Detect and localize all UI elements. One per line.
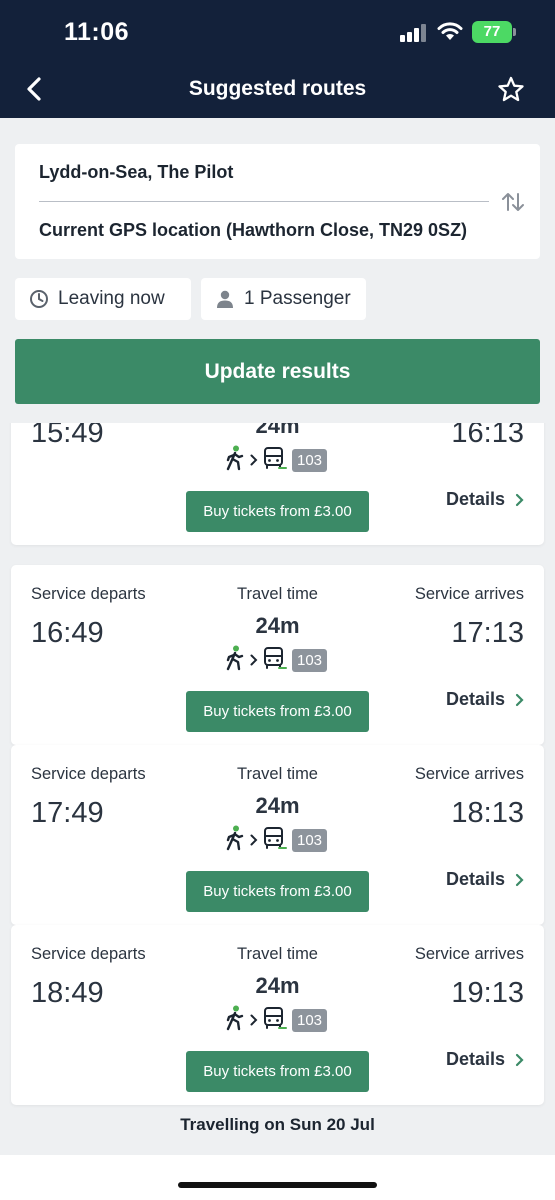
chevron-right-icon xyxy=(250,454,258,466)
bus-route-badge: 103 xyxy=(292,1008,328,1032)
bottom-safe-area xyxy=(0,1155,555,1200)
bus-route-badge: 103 xyxy=(292,448,328,472)
chevron-right-icon xyxy=(250,654,258,666)
journey-legs: 103 xyxy=(224,1005,328,1036)
leaving-time-label: Leaving now xyxy=(58,288,165,309)
arrive-time: 18:13 xyxy=(451,797,524,829)
app-header: 11:06 77 Suggested routes xyxy=(0,0,555,118)
details-label: Details xyxy=(445,689,505,709)
home-indicator[interactable] xyxy=(178,1182,377,1188)
bus-icon xyxy=(263,646,287,675)
chevron-right-icon xyxy=(515,873,524,887)
update-results-button[interactable]: Update results xyxy=(15,339,540,404)
buy-tickets-button[interactable]: Buy tickets from £3.00 xyxy=(186,1051,369,1092)
result-card[interactable]: Service departs Travel time Service arri… xyxy=(11,745,544,925)
page-title: Suggested routes xyxy=(188,77,367,100)
chevron-right-icon xyxy=(515,693,524,707)
route-card: Lydd-on-Sea, The Pilot Current GPS locat… xyxy=(15,144,540,259)
result-card[interactable]: Service departs Travel time Service arri… xyxy=(11,565,544,745)
wifi-icon xyxy=(437,21,463,46)
bus-icon xyxy=(263,826,287,855)
arrive-time: 17:13 xyxy=(451,617,524,649)
bus-route-badge: 103 xyxy=(292,828,328,852)
travel-date-note: Travelling on Sun 20 Jul xyxy=(180,1115,375,1134)
clock-icon xyxy=(29,289,49,309)
divider xyxy=(39,201,489,202)
details-label: Details xyxy=(445,489,505,509)
destination-field[interactable]: Current GPS location (Hawthorn Close, TN… xyxy=(39,220,467,241)
results-list: Service departs Travel time Service arri… xyxy=(0,423,555,1145)
chevron-right-icon xyxy=(515,493,524,507)
leaving-time-button[interactable]: Leaving now xyxy=(15,278,191,320)
origin-field[interactable]: Lydd-on-Sea, The Pilot xyxy=(39,162,233,183)
star-icon xyxy=(498,76,524,102)
battery-indicator: 77 xyxy=(472,21,516,43)
person-icon xyxy=(215,289,235,309)
walking-icon xyxy=(224,445,246,476)
walking-icon xyxy=(224,645,246,676)
chevron-right-icon xyxy=(515,1053,524,1067)
walking-icon xyxy=(224,1005,246,1036)
passengers-button[interactable]: 1 Passenger xyxy=(201,278,366,320)
chevron-right-icon xyxy=(250,1014,258,1026)
arrives-label: Service arrives xyxy=(414,765,524,783)
chevron-right-icon xyxy=(250,834,258,846)
journey-legs: 103 xyxy=(224,445,328,476)
result-card[interactable]: Service departs Travel time Service arri… xyxy=(11,423,544,545)
details-link[interactable]: Details xyxy=(446,489,524,510)
result-card[interactable]: Service departs Travel time Service arri… xyxy=(11,925,544,1105)
details-link[interactable]: Details xyxy=(446,869,524,890)
cellular-signal-icon xyxy=(400,24,428,42)
bus-icon xyxy=(263,1006,287,1035)
bus-icon xyxy=(263,446,287,475)
walking-icon xyxy=(224,825,246,856)
arrive-time: 16:13 xyxy=(451,423,524,449)
details-link[interactable]: Details xyxy=(446,689,524,710)
arrives-label: Service arrives xyxy=(414,945,524,963)
arrive-time: 19:13 xyxy=(451,977,524,1009)
swap-button[interactable] xyxy=(500,190,526,214)
arrives-label: Service arrives xyxy=(414,585,524,603)
buy-tickets-button[interactable]: Buy tickets from £3.00 xyxy=(186,691,369,732)
journey-legs: 103 xyxy=(224,825,328,856)
favorite-button[interactable] xyxy=(494,73,528,107)
bus-route-badge: 103 xyxy=(292,648,328,672)
journey-legs: 103 xyxy=(224,645,328,676)
buy-tickets-button[interactable]: Buy tickets from £3.00 xyxy=(186,491,369,532)
buy-tickets-button[interactable]: Buy tickets from £3.00 xyxy=(186,871,369,912)
details-label: Details xyxy=(445,1049,505,1069)
details-link[interactable]: Details xyxy=(446,1049,524,1070)
swap-arrows-icon xyxy=(502,193,524,211)
status-time: 11:06 xyxy=(64,18,130,46)
passengers-label: 1 Passenger xyxy=(244,288,351,309)
details-label: Details xyxy=(445,869,505,889)
